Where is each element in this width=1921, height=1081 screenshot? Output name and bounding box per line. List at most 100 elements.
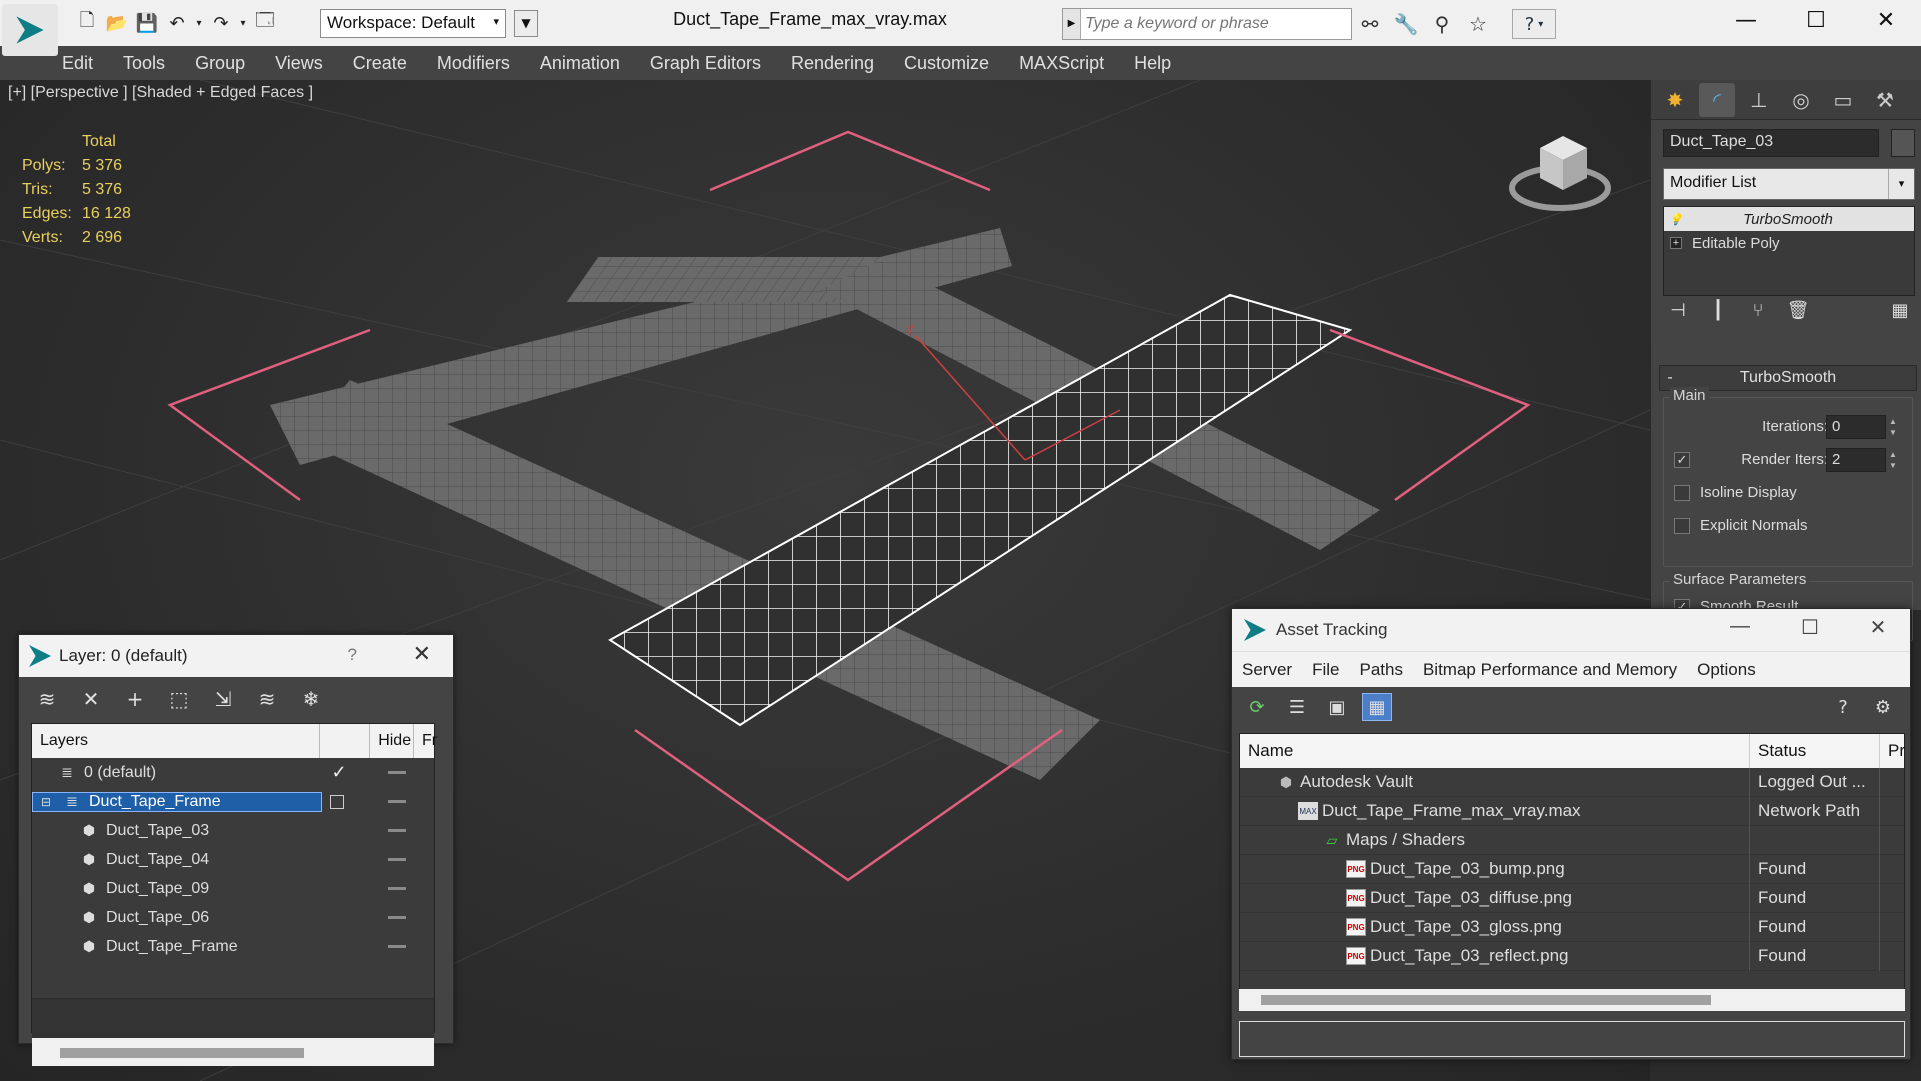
thumbnail-view-icon[interactable]: ▣ bbox=[1322, 693, 1352, 721]
layer-row-default[interactable]: ≣ 0 (default) ✓ bbox=[32, 758, 434, 787]
asset-row[interactable]: PNG Duct_Tape_03_diffuse.png Found bbox=[1240, 883, 1904, 913]
layer-row-object[interactable]: ⬢ Duct_Tape_06 bbox=[32, 903, 434, 932]
hide-toggle[interactable] bbox=[388, 771, 406, 774]
open-file-icon[interactable]: 📂 bbox=[102, 10, 132, 36]
scrollbar-thumb[interactable] bbox=[1261, 995, 1711, 1005]
close-button[interactable]: ✕ bbox=[1858, 615, 1898, 640]
col-pr[interactable]: Pr bbox=[1880, 734, 1905, 768]
col-hide[interactable]: Hide bbox=[370, 724, 414, 758]
layer-horizontal-scrollbar[interactable] bbox=[32, 1038, 434, 1066]
hide-toggle[interactable] bbox=[388, 829, 406, 832]
configure-sets-icon[interactable]: ▦ bbox=[1885, 296, 1915, 324]
viewport-label-menu[interactable]: [+] [Perspective ] [Shaded + Edged Faces… bbox=[8, 84, 313, 102]
new-layer-icon[interactable]: ≋ bbox=[33, 685, 61, 713]
search-box[interactable]: ▶ bbox=[1062, 8, 1352, 40]
favorites-star-icon[interactable]: ☆ bbox=[1464, 10, 1492, 38]
maximize-button[interactable]: ☐ bbox=[1790, 615, 1830, 640]
asset-horizontal-scrollbar[interactable] bbox=[1239, 989, 1905, 1011]
redo-dropdown-icon[interactable]: ▾ bbox=[236, 10, 250, 36]
maximize-button[interactable]: ☐ bbox=[1781, 0, 1851, 40]
layer-row-object[interactable]: ⬢ Duct_Tape_03 bbox=[32, 816, 434, 845]
collapse-minus-icon[interactable]: ⊟ bbox=[37, 793, 55, 811]
layer-dialog-titlebar[interactable]: Layer: 0 (default) ? ✕ bbox=[19, 635, 453, 677]
col-freeze[interactable]: Fr bbox=[414, 724, 437, 758]
menu-group[interactable]: Group bbox=[195, 53, 245, 74]
close-icon[interactable]: ✕ bbox=[413, 641, 431, 667]
utilities-tab-icon[interactable]: ⚒ bbox=[1867, 83, 1903, 117]
scrollbar-thumb[interactable] bbox=[60, 1048, 304, 1058]
hide-toggle[interactable] bbox=[388, 887, 406, 890]
list-view-icon[interactable]: ☰ bbox=[1282, 693, 1312, 721]
hide-toggle[interactable] bbox=[388, 945, 406, 948]
render-iters-checkbox[interactable]: ✓ bbox=[1674, 451, 1690, 468]
viewcube-icon[interactable] bbox=[1505, 118, 1615, 228]
hide-layer-icon[interactable]: ≋ bbox=[253, 685, 281, 713]
lightbulb-icon[interactable]: 💡 bbox=[1669, 213, 1683, 226]
explicit-normals-checkbox[interactable] bbox=[1674, 517, 1690, 534]
search-expand-icon[interactable]: ▶ bbox=[1063, 9, 1081, 39]
display-tab-icon[interactable]: ▭ bbox=[1825, 83, 1861, 117]
menu-maxscript[interactable]: MAXScript bbox=[1019, 53, 1104, 74]
object-name-field[interactable]: Duct_Tape_03 bbox=[1663, 129, 1879, 157]
asset-row[interactable]: ▱ Maps / Shaders bbox=[1240, 825, 1904, 855]
freeze-layer-icon[interactable]: ❄ bbox=[297, 685, 325, 713]
menu-help[interactable]: Help bbox=[1134, 53, 1171, 74]
project-folder-icon[interactable]: 🗔 bbox=[250, 10, 280, 36]
menu-create[interactable]: Create bbox=[353, 53, 407, 74]
undo-icon[interactable]: ↶ bbox=[162, 10, 192, 36]
render-iters-spinner[interactable]: 2 ▲ ▼ bbox=[1826, 447, 1897, 472]
asset-dialog-titlebar[interactable]: Asset Tracking — ☐ ✕ bbox=[1232, 609, 1910, 651]
hierarchy-tab-icon[interactable]: ⊥ bbox=[1741, 83, 1777, 117]
help-button[interactable]: ? ▾ bbox=[1512, 9, 1556, 39]
signin-icon[interactable]: ⚲ bbox=[1428, 10, 1456, 38]
object-color-swatch[interactable] bbox=[1891, 129, 1915, 157]
asset-row[interactable]: PNG Duct_Tape_03_reflect.png Found bbox=[1240, 941, 1904, 971]
asset-menu-file[interactable]: File bbox=[1312, 660, 1339, 680]
menu-views[interactable]: Views bbox=[275, 53, 323, 74]
menu-animation[interactable]: Animation bbox=[540, 53, 620, 74]
iterations-spinner[interactable]: 0 ▲ ▼ bbox=[1826, 414, 1897, 439]
asset-menu-paths[interactable]: Paths bbox=[1359, 660, 1402, 680]
redo-icon[interactable]: ↷ bbox=[206, 10, 236, 36]
menu-modifiers[interactable]: Modifiers bbox=[437, 53, 510, 74]
tools-icon[interactable]: 🔧 bbox=[1392, 10, 1420, 38]
pin-stack-icon[interactable]: ⊣ bbox=[1663, 296, 1693, 324]
isoline-display-checkbox[interactable] bbox=[1674, 484, 1690, 501]
help-icon[interactable]: ? bbox=[1828, 693, 1858, 721]
expand-plus-icon[interactable]: + bbox=[1670, 237, 1682, 249]
asset-menu-options[interactable]: Options bbox=[1697, 660, 1756, 680]
add-to-layer-icon[interactable]: + bbox=[121, 685, 149, 713]
asset-row[interactable]: ⬢ Autodesk Vault Logged Out ... bbox=[1240, 767, 1904, 797]
app-menu-button[interactable] bbox=[2, 4, 58, 56]
menu-rendering[interactable]: Rendering bbox=[791, 53, 874, 74]
workspace-menu-button[interactable]: ▼ bbox=[514, 10, 538, 37]
menu-customize[interactable]: Customize bbox=[904, 53, 989, 74]
col-layers[interactable]: Layers bbox=[32, 724, 321, 758]
undo-dropdown-icon[interactable]: ▾ bbox=[192, 10, 206, 36]
new-file-icon[interactable]: 🗋 bbox=[72, 10, 102, 36]
close-button[interactable]: ✕ bbox=[1851, 0, 1921, 40]
vault-settings-icon[interactable]: ⚙ bbox=[1868, 693, 1898, 721]
create-tab-icon[interactable]: ✸ bbox=[1657, 83, 1693, 117]
layer-row-object[interactable]: ⬢ Duct_Tape_09 bbox=[32, 874, 434, 903]
motion-tab-icon[interactable]: ◎ bbox=[1783, 83, 1819, 117]
asset-menu-bitmap-performance[interactable]: Bitmap Performance and Memory bbox=[1423, 660, 1677, 680]
hide-toggle[interactable] bbox=[388, 800, 406, 803]
stack-item-turbosmooth[interactable]: 💡 TurboSmooth bbox=[1664, 207, 1914, 231]
modify-tab-icon[interactable]: ◜ bbox=[1699, 82, 1735, 117]
refresh-icon[interactable]: ⟳ bbox=[1242, 693, 1272, 721]
hide-toggle[interactable] bbox=[388, 858, 406, 861]
delete-layer-icon[interactable]: ✕ bbox=[77, 685, 105, 713]
binoculars-icon[interactable]: ⚯ bbox=[1356, 10, 1384, 38]
layer-row-duct-tape-frame[interactable]: ⊟ ≣ Duct_Tape_Frame bbox=[32, 787, 434, 816]
highlight-selected-icon[interactable]: ⇲ bbox=[209, 685, 237, 713]
menu-edit[interactable]: Edit bbox=[62, 53, 93, 74]
minimize-button[interactable]: — bbox=[1711, 0, 1781, 40]
active-layer-checkmark-icon[interactable]: ✓ bbox=[327, 762, 351, 783]
show-end-result-icon[interactable]: ┃ bbox=[1703, 296, 1733, 324]
layer-row-object[interactable]: ⬢ Duct_Tape_Frame bbox=[32, 932, 434, 961]
search-input[interactable] bbox=[1085, 12, 1341, 36]
hide-toggle[interactable] bbox=[388, 916, 406, 919]
asset-row[interactable]: PNG Duct_Tape_03_bump.png Found bbox=[1240, 854, 1904, 884]
asset-menu-server[interactable]: Server bbox=[1242, 660, 1292, 680]
